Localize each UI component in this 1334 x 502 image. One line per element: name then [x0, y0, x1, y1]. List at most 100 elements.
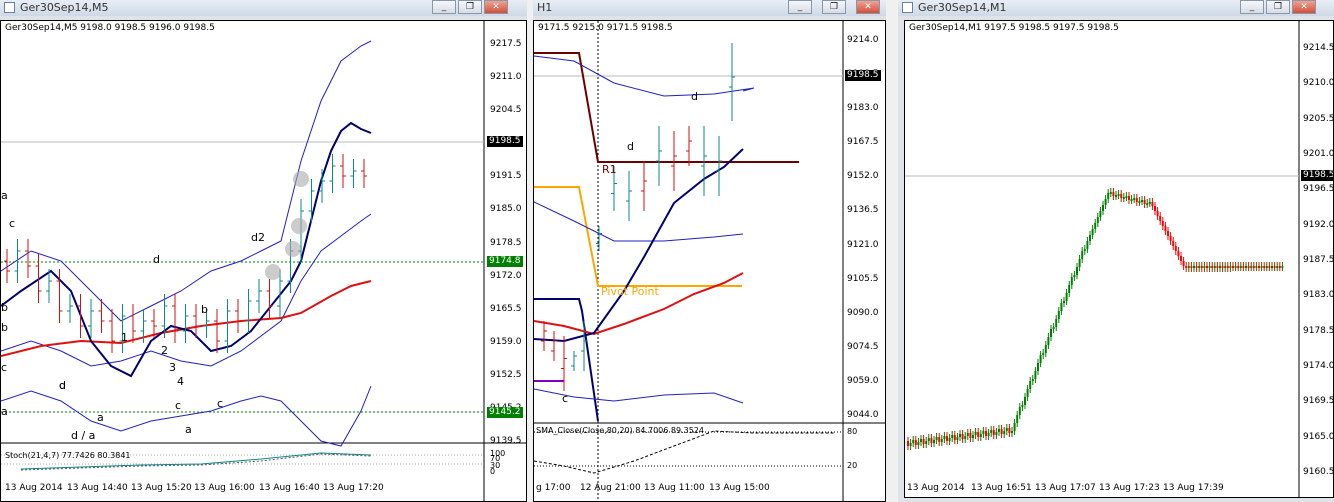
- price-axis-label: 9159.0: [490, 336, 522, 347]
- chart-annotation: c: [9, 217, 16, 230]
- time-axis-label: 13 Aug 17:20: [323, 483, 384, 493]
- price-axis-label: 9211.0: [490, 72, 522, 83]
- lower-price-label: 9145.2: [487, 407, 523, 418]
- chart-annotation: d2: [251, 231, 265, 244]
- price-axis-label: 9183.0: [847, 103, 879, 114]
- chart-annotation: R1: [602, 163, 617, 176]
- indicator-label: SMA_Close(Close,80,20) 84.7006 89.3524: [536, 426, 704, 435]
- close-icon[interactable]: ✕: [484, 0, 508, 14]
- candles: [4, 154, 367, 353]
- window-chart-icon: [902, 2, 913, 13]
- chart-annotation: a: [97, 411, 104, 424]
- price-axis-label: 9059.0: [847, 375, 879, 386]
- price-axis-label: 9183.0: [1303, 290, 1334, 301]
- price-axis-label: 9185.0: [490, 204, 522, 215]
- price-axis-label: 9205.5: [1303, 113, 1334, 124]
- time-axis-label: 13 Aug 11:00: [644, 483, 705, 493]
- window-titlebar[interactable]: Ger30Sep14,M5 _ ❐ ✕: [0, 0, 527, 16]
- close-icon[interactable]: ✕: [856, 0, 880, 14]
- window-title: Ger30Sep14,M1: [918, 1, 1007, 14]
- price-axis-label: 9192.0: [1303, 219, 1334, 230]
- indicator-level-label: 80: [847, 427, 858, 436]
- price-axis-label: 9191.5: [490, 171, 522, 182]
- time-axis-label: 13 Aug 17:39: [1163, 483, 1224, 493]
- chart-annotation: 3: [169, 361, 176, 374]
- restore-icon[interactable]: ❐: [458, 0, 482, 14]
- chart-window-m1[interactable]: Ger30Sep14,M1 _ ❐ ✕ Ger30Sep14,M1 9197.5…: [898, 0, 1334, 502]
- current-price-label: 9198.5: [487, 136, 523, 147]
- chart-annotation: c: [1, 361, 8, 374]
- window-titlebar[interactable]: Ger30Sep14,M1 _ ❐ ✕: [898, 0, 1334, 16]
- price-axis-label: 9187.5: [1303, 255, 1334, 265]
- price-axis-label: 9214.0: [847, 35, 879, 45]
- minimize-icon[interactable]: _: [1240, 0, 1264, 14]
- price-axis-label: 9201.0: [1303, 149, 1334, 159]
- symbol-info: Ger30Sep14,M1 9197.5 9198.5 9197.5 9198.…: [909, 23, 1119, 33]
- price-axis-label: 9196.5: [1303, 184, 1334, 195]
- chart-area[interactable]: Ger30Sep14,M5 9198.0 9198.5 9196.0 9198.…: [0, 20, 527, 502]
- current-price-label: 9198.5: [845, 70, 881, 81]
- price-axis-label: 9121.0: [847, 239, 879, 250]
- price-axis-label: 9214.5: [1303, 43, 1334, 53]
- chart-area[interactable]: 9171.5 9215.0 9171.5 9198.5 9214.0 9198.5…: [533, 20, 886, 502]
- chart-annotation: a: [1, 189, 8, 202]
- price-axis-label: 9172.0: [490, 270, 522, 281]
- price-axis-label: 9090.0: [847, 307, 879, 318]
- time-axis-label: 13 Aug 16:00: [194, 483, 255, 493]
- price-axis-label: 9165.5: [490, 303, 522, 314]
- chart-annotation: d: [627, 140, 634, 153]
- price-plot: [905, 21, 1300, 497]
- price-axis-label: 9105.5: [847, 273, 879, 284]
- indicator-label: Stoch(21,4,7) 77.7426 80.3841: [5, 451, 131, 460]
- chart-window-h1[interactable]: H1 _ ❐ ✕ 9171.5 9215.0 9171.5 9198.5 921…: [533, 0, 886, 502]
- chart-annotation: b: [201, 303, 208, 316]
- price-axis-label: 9160.5: [1303, 467, 1334, 477]
- price-axis-label: 9136.5: [847, 205, 879, 216]
- symbol-info: 9171.5 9215.0 9171.5 9198.5: [538, 23, 673, 33]
- price-axis-label: 9074.5: [847, 341, 879, 352]
- restore-icon[interactable]: ❐: [1266, 0, 1290, 14]
- price-axis-label: 9139.5: [490, 436, 522, 446]
- chart-annotation: a: [185, 423, 192, 436]
- indicator-level-label: 20: [847, 461, 858, 470]
- price-axis-label: 9204.5: [490, 105, 522, 116]
- time-axis-label: g 17:00: [536, 483, 571, 493]
- chart-annotation: Pivot Point: [601, 285, 659, 298]
- time-axis-label: 12 Aug 21:00: [580, 483, 641, 493]
- price-axis-label: 9044.0: [847, 410, 879, 420]
- price-axis-label: 9152.0: [847, 171, 879, 182]
- chart-annotation: c: [217, 397, 224, 410]
- indicator-level-label: 0: [490, 467, 496, 476]
- time-axis-label: 13 Aug 16:51: [971, 483, 1032, 493]
- time-axis-label: 13 Aug 2014: [907, 483, 965, 493]
- price-axis-label: 9167.5: [847, 137, 879, 148]
- price-axis-label: 9217.5: [490, 39, 522, 49]
- chart-annotation: d: [691, 90, 698, 103]
- chart-area[interactable]: Ger30Sep14,M1 9197.5 9198.5 9197.5 9198.…: [904, 20, 1334, 498]
- time-axis-label: 13 Aug 15:00: [709, 483, 770, 493]
- level-price-label: 9174.8: [487, 256, 523, 267]
- chart-annotation: 2: [161, 344, 168, 357]
- time-axis-label: 13 Aug 15:20: [131, 483, 192, 493]
- window-chart-icon: [4, 2, 15, 13]
- chart-annotation: b: [1, 321, 8, 334]
- minimize-icon[interactable]: _: [788, 0, 812, 14]
- price-axis-label: 9178.5: [1303, 325, 1334, 336]
- chart-annotation: 1: [121, 331, 128, 344]
- chart-window-m5[interactable]: Ger30Sep14,M5 _ ❐ ✕ Ger30Sep14,M5 9198.0…: [0, 0, 527, 502]
- price-axis-label: 9178.5: [490, 237, 522, 248]
- close-icon[interactable]: ✕: [1292, 0, 1316, 14]
- chart-annotation: b: [1, 301, 8, 314]
- price-axis-label: 9169.5: [1303, 396, 1334, 407]
- time-axis-label: 13 Aug 17:23: [1099, 483, 1160, 493]
- minimize-icon[interactable]: _: [432, 0, 456, 14]
- chart-annotation: d: [59, 379, 66, 392]
- window-titlebar[interactable]: H1 _ ❐ ✕: [533, 0, 886, 16]
- price-axis-label: 9165.0: [1303, 431, 1334, 442]
- chart-annotation: a: [1, 405, 8, 418]
- chart-annotation: d: [153, 253, 160, 266]
- restore-icon[interactable]: ❐: [822, 0, 846, 14]
- time-axis-label: 13 Aug 16:40: [259, 483, 320, 493]
- chart-annotation: d / a: [71, 429, 96, 442]
- window-title: H1: [537, 1, 553, 14]
